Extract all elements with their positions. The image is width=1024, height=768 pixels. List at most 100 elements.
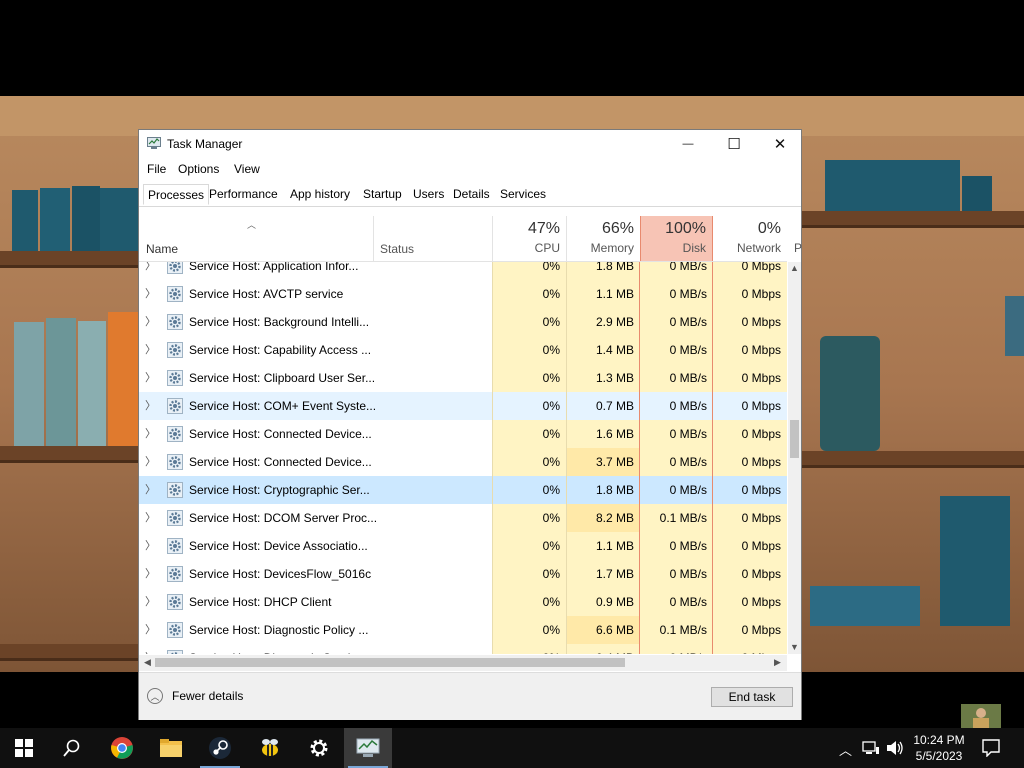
- process-memory: 1.3 MB: [566, 364, 640, 392]
- chevron-right-icon[interactable]: 〉: [145, 336, 159, 364]
- table-row[interactable]: 〉 Service Host: Cryptographic Ser... 0% 1.8…: [139, 476, 787, 504]
- process-disk: 0 MB/s: [640, 532, 713, 560]
- chevron-right-icon[interactable]: 〉: [145, 262, 159, 280]
- process-cpu: 0%: [493, 476, 566, 504]
- process-cpu: 0%: [493, 420, 566, 448]
- table-row[interactable]: 〉 Service Host: Capability Access ... 0% 1.…: [139, 336, 787, 364]
- scroll-up-icon[interactable]: ▲: [788, 263, 801, 273]
- header-memory[interactable]: 66% Memory: [566, 216, 640, 261]
- chevron-right-icon[interactable]: 〉: [145, 476, 159, 504]
- tab-services[interactable]: Services: [496, 184, 550, 205]
- person-icon: [961, 704, 1001, 728]
- menu-view[interactable]: View: [234, 162, 260, 176]
- table-row[interactable]: 〉 Service Host: DCOM Server Proc... 0% 8.2 …: [139, 504, 787, 532]
- table-row[interactable]: 〉 Service Host: Background Intelli... 0% 2.…: [139, 308, 787, 336]
- chevron-right-icon[interactable]: 〉: [145, 364, 159, 392]
- vertical-scrollbar[interactable]: ▲ ▼: [788, 262, 801, 654]
- tab-app-history[interactable]: App history: [286, 184, 354, 205]
- wallpaper-shelf: [0, 251, 140, 265]
- chevron-right-icon[interactable]: 〉: [145, 392, 159, 420]
- chevron-right-icon[interactable]: 〉: [145, 532, 159, 560]
- gear-icon: [167, 262, 183, 274]
- header-disk-label: Disk: [682, 241, 706, 255]
- tab-performance[interactable]: Performance: [205, 184, 282, 205]
- table-row[interactable]: 〉 Service Host: Clipboard User Ser... 0% 1.…: [139, 364, 787, 392]
- process-disk: 0 MB/s: [640, 262, 713, 280]
- search-button[interactable]: [48, 728, 96, 768]
- tab-users[interactable]: Users: [409, 184, 448, 205]
- process-disk: 0 MB/s: [640, 476, 713, 504]
- table-row[interactable]: 〉 Service Host: DHCP Client 0% 0.9 MB 0 MB/s…: [139, 588, 787, 616]
- horizontal-scroll-thumb[interactable]: [155, 658, 625, 667]
- table-row[interactable]: 〉 Service Host: DevicesFlow_5016c 0% 1.7 MB…: [139, 560, 787, 588]
- header-power-partial[interactable]: P: [794, 241, 802, 255]
- notification-icon[interactable]: [982, 739, 1000, 757]
- taskbar-clock[interactable]: 10:24 PM 5/5/2023: [908, 732, 970, 764]
- gear-icon: [167, 538, 183, 554]
- table-row[interactable]: 〉 Service Host: Diagnostic Policy ... 0% 6.…: [139, 616, 787, 644]
- table-row[interactable]: 〉 Service Host: Application Infor... 0% 1.8…: [139, 262, 787, 280]
- gear-icon: [167, 510, 183, 526]
- wallpaper-book: [100, 188, 138, 251]
- chevron-right-icon[interactable]: 〉: [145, 420, 159, 448]
- chevron-right-icon[interactable]: 〉: [145, 588, 159, 616]
- fewer-details-button[interactable]: ︿ Fewer details: [147, 687, 243, 705]
- wallpaper-book: [14, 322, 44, 446]
- horizontal-scrollbar[interactable]: ◀ ▶: [139, 655, 787, 671]
- chevron-right-icon[interactable]: 〉: [145, 448, 159, 476]
- chevron-right-icon[interactable]: 〉: [145, 560, 159, 588]
- tab-processes[interactable]: Processes: [143, 184, 210, 205]
- table-row[interactable]: 〉 Service Host: Connected Device... 0% 1.6 …: [139, 420, 787, 448]
- process-memory: 0.4 MB: [566, 644, 640, 654]
- gear-icon: [167, 426, 183, 442]
- taskbar-file-explorer[interactable]: [147, 728, 195, 768]
- menu-file[interactable]: File: [147, 162, 166, 176]
- end-task-button[interactable]: End task: [711, 687, 793, 707]
- table-row[interactable]: 〉 Service Host: Connected Device... 0% 3.7 …: [139, 448, 787, 476]
- close-button[interactable]: ✕: [757, 130, 803, 158]
- taskbar-chrome[interactable]: [98, 728, 146, 768]
- taskbar-bee-app[interactable]: [246, 728, 294, 768]
- header-memory-percent: 66%: [601, 220, 634, 237]
- maximize-button[interactable]: ☐: [711, 130, 757, 158]
- table-row[interactable]: 〉 Service Host: COM+ Event Syste... 0% 0.7 …: [139, 392, 787, 420]
- header-status[interactable]: Status: [374, 216, 493, 261]
- header-status-label: Status: [380, 242, 415, 256]
- taskbar-steam[interactable]: [196, 728, 244, 768]
- clock-time: 10:24 PM: [913, 733, 965, 747]
- wallpaper-shelf: [800, 211, 1024, 225]
- minimize-button[interactable]: —: [665, 130, 711, 158]
- process-disk: 0 MB/s: [640, 280, 713, 308]
- table-row[interactable]: 〉 Service Host: Diagnostic Service... 0%0.…: [139, 644, 787, 654]
- header-disk[interactable]: 100% Disk: [640, 216, 713, 261]
- volume-icon[interactable]: [886, 740, 904, 756]
- chevron-right-icon[interactable]: 〉: [145, 308, 159, 336]
- title-bar[interactable]: Task Manager — ☐ ✕: [139, 130, 801, 158]
- process-disk: 0 MB/s: [640, 448, 713, 476]
- process-network: 0 Mbps: [713, 336, 787, 364]
- vertical-scroll-thumb[interactable]: [790, 420, 799, 458]
- show-hidden-icons-icon[interactable]: ︿: [839, 740, 852, 759]
- chevron-right-icon[interactable]: 〉: [145, 616, 159, 644]
- tab-details[interactable]: Details: [449, 184, 494, 205]
- header-cpu[interactable]: 47% CPU: [493, 216, 566, 261]
- start-button[interactable]: [0, 728, 48, 768]
- header-network[interactable]: 0% Network: [713, 216, 787, 261]
- task-manager-icon: [356, 738, 380, 757]
- scroll-down-icon[interactable]: ▼: [788, 642, 801, 652]
- tab-startup[interactable]: Startup: [359, 184, 406, 205]
- network-icon[interactable]: [862, 741, 880, 755]
- chevron-right-icon[interactable]: 〉: [145, 280, 159, 308]
- scroll-right-icon[interactable]: ▶: [771, 657, 784, 668]
- wallpaper-book: [40, 188, 70, 251]
- chevron-right-icon[interactable]: 〉: [145, 504, 159, 532]
- chevron-right-icon[interactable]: 〉: [145, 644, 159, 654]
- table-row[interactable]: 〉 Service Host: AVCTP service 0% 1.1 MB 0 MB…: [139, 280, 787, 308]
- scroll-left-icon[interactable]: ◀: [141, 657, 154, 668]
- taskbar-task-manager[interactable]: [344, 728, 392, 768]
- taskbar-settings[interactable]: [295, 728, 343, 768]
- menu-options[interactable]: Options: [178, 162, 219, 176]
- header-name[interactable]: ︿ Name: [139, 216, 373, 261]
- table-row[interactable]: 〉 Service Host: Device Associatio... 0% 1.1…: [139, 532, 787, 560]
- process-name: Service Host: DCOM Server Proc...: [189, 511, 378, 525]
